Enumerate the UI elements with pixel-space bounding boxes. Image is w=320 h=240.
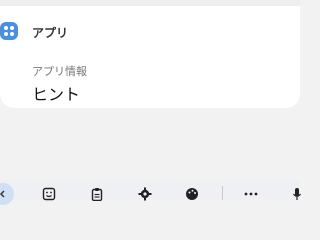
apps-icon — [0, 22, 18, 40]
info-value: ヒント — [32, 85, 81, 104]
divider — [222, 186, 223, 200]
emoji-icon[interactable] — [40, 187, 58, 201]
settings-icon[interactable] — [136, 187, 154, 201]
mic-icon[interactable] — [288, 187, 306, 201]
info-label: アプリ情報 — [32, 65, 87, 78]
more-icon[interactable] — [242, 187, 260, 201]
theme-icon[interactable] — [183, 187, 201, 201]
section-title: アプリ — [32, 26, 69, 40]
screen: アプリ アプリ情報 ヒント — [0, 0, 301, 205]
app-settings-card: アプリ アプリ情報 ヒント — [0, 6, 300, 108]
clipboard-icon[interactable] — [88, 187, 106, 201]
